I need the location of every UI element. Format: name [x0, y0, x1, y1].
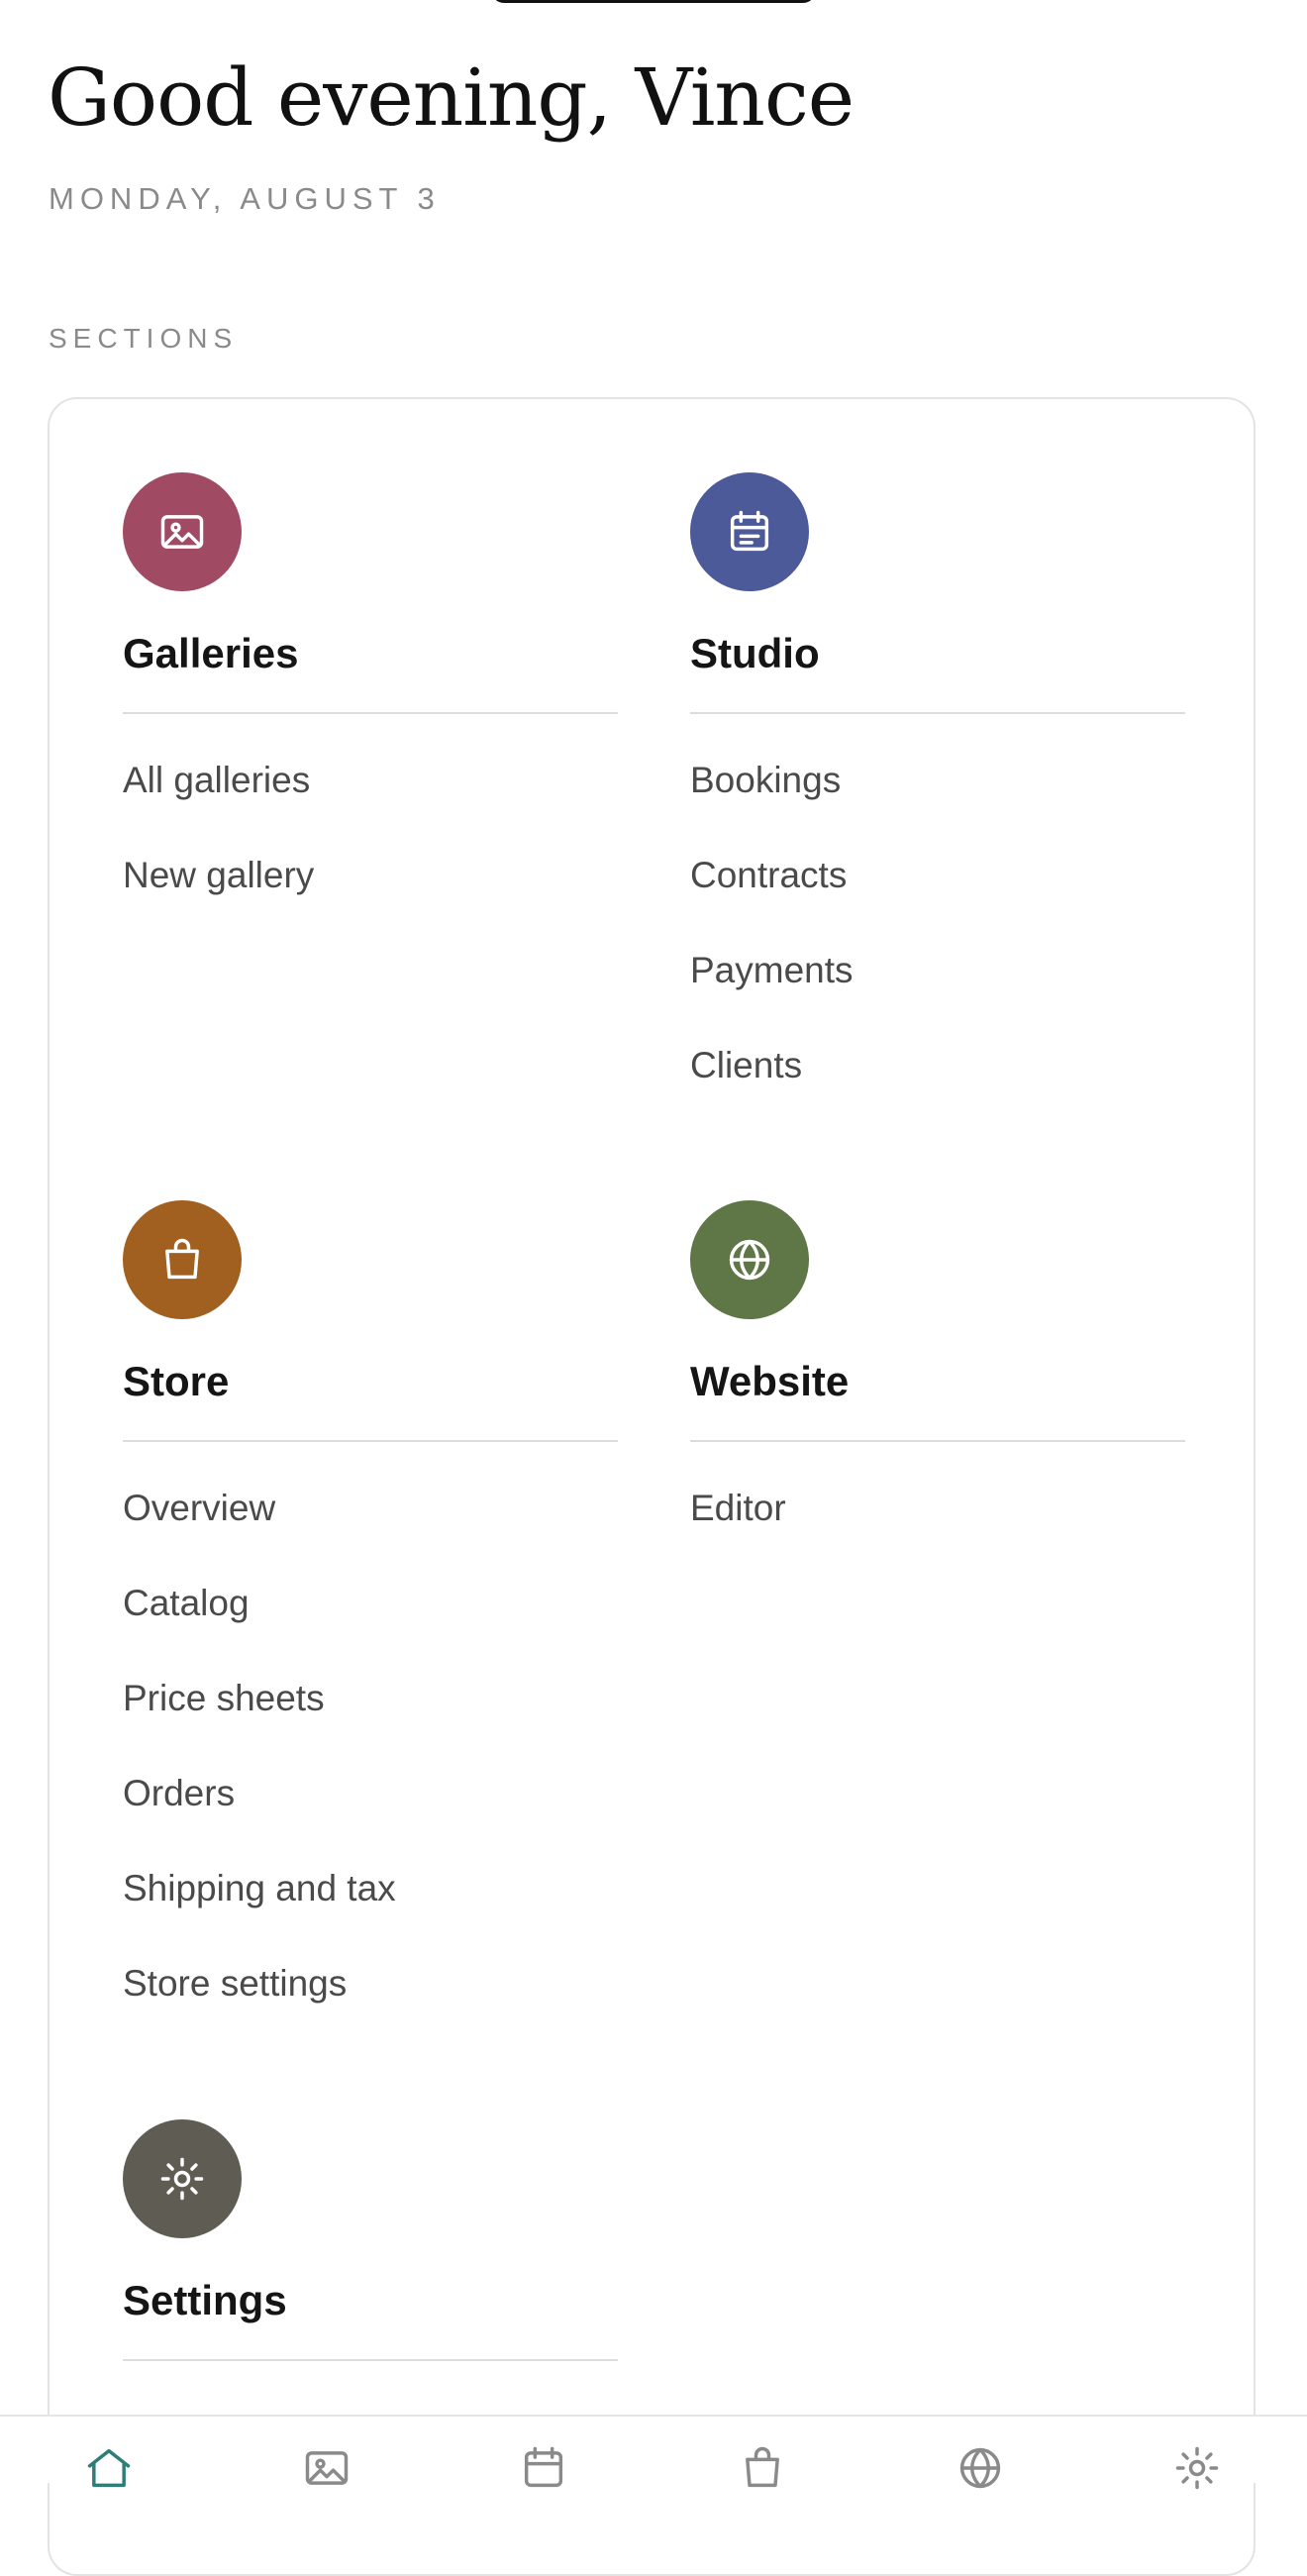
shopping-bag-icon[interactable]: [737, 2442, 788, 2494]
image-icon: [160, 515, 204, 549]
link-new-gallery[interactable]: New gallery: [123, 857, 618, 952]
galleries-section-icon[interactable]: [123, 472, 242, 591]
current-date: MONDAY, AUGUST 3: [49, 181, 441, 216]
settings-title[interactable]: Settings: [123, 2280, 618, 2321]
section-store: Store Overview Catalog Price sheets Orde…: [123, 1200, 618, 2060]
gear-icon: [160, 2157, 204, 2201]
image-icon[interactable]: [301, 2442, 352, 2494]
link-catalog[interactable]: Catalog: [123, 1585, 618, 1680]
divider: [123, 712, 618, 714]
link-price-sheets[interactable]: Price sheets: [123, 1680, 618, 1775]
section-studio: Studio Bookings Contracts Payments Clien…: [690, 472, 1185, 1142]
device-notch: [491, 0, 816, 3]
globe-icon[interactable]: [955, 2442, 1006, 2494]
section-galleries: Galleries All galleries New gallery: [123, 472, 618, 952]
store-title[interactable]: Store: [123, 1361, 618, 1402]
calendar-icon: [730, 510, 769, 552]
galleries-title[interactable]: Galleries: [123, 633, 618, 674]
globe-icon: [729, 1239, 770, 1281]
website-title[interactable]: Website: [690, 1361, 1185, 1402]
settings-section-icon[interactable]: [123, 2119, 242, 2238]
link-clients[interactable]: Clients: [690, 1047, 1185, 1142]
calendar-icon[interactable]: [518, 2442, 569, 2494]
home-icon[interactable]: [83, 2442, 135, 2494]
greeting-title: Good evening, Vince: [48, 52, 855, 144]
section-settings: Settings: [123, 2119, 618, 2361]
link-bookings[interactable]: Bookings: [690, 762, 1185, 857]
link-all-galleries[interactable]: All galleries: [123, 762, 618, 857]
section-website: Website Editor: [690, 1200, 1185, 1585]
studio-title[interactable]: Studio: [690, 633, 1185, 674]
gear-icon[interactable]: [1171, 2442, 1223, 2494]
sections-heading: SECTIONS: [49, 323, 239, 354]
divider: [690, 1440, 1185, 1442]
link-contracts[interactable]: Contracts: [690, 857, 1185, 952]
divider: [123, 2359, 618, 2361]
bottom-nav-bar: [0, 2415, 1307, 2490]
link-orders[interactable]: Orders: [123, 1775, 618, 1870]
link-editor[interactable]: Editor: [690, 1490, 1185, 1585]
divider: [123, 1440, 618, 1442]
shopping-bag-icon: [165, 1238, 199, 1280]
sections-card: Galleries All galleries New gallery Stud…: [48, 397, 1256, 2576]
link-store-settings[interactable]: Store settings: [123, 1965, 618, 2060]
studio-section-icon[interactable]: [690, 472, 809, 591]
link-payments[interactable]: Payments: [690, 952, 1185, 1047]
website-section-icon[interactable]: [690, 1200, 809, 1319]
link-shipping-and-tax[interactable]: Shipping and tax: [123, 1870, 618, 1965]
link-overview[interactable]: Overview: [123, 1490, 618, 1585]
divider: [690, 712, 1185, 714]
store-section-icon[interactable]: [123, 1200, 242, 1319]
